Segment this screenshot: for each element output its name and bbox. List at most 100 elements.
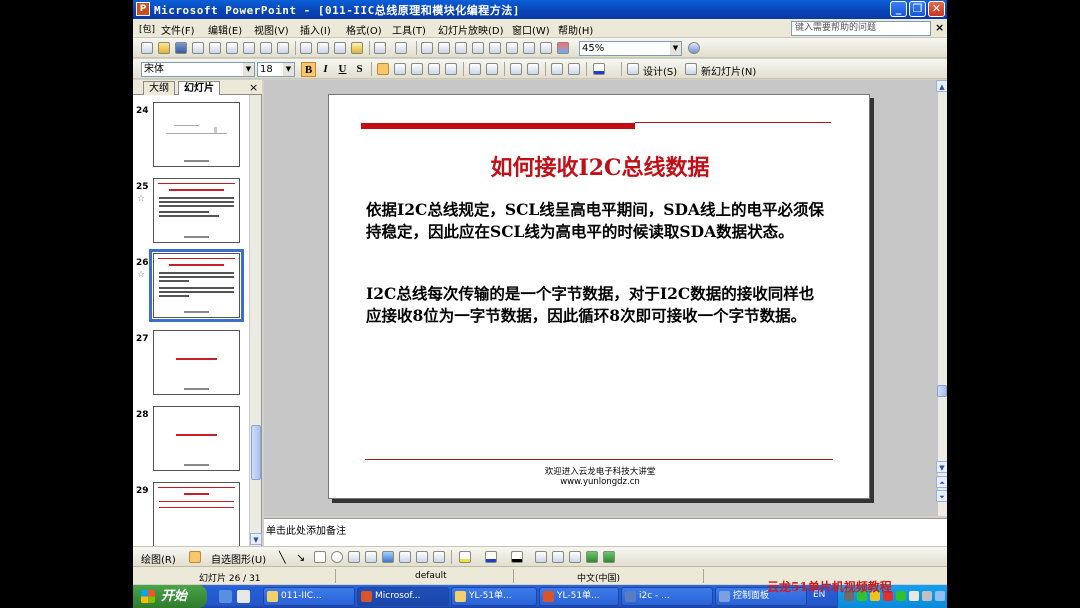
- picture-icon[interactable]: [433, 551, 445, 563]
- rectangle-icon[interactable]: [314, 551, 326, 563]
- new-slide-button[interactable]: 新幻灯片(N): [701, 63, 756, 78]
- arrow-style-icon[interactable]: [569, 551, 581, 563]
- open-icon[interactable]: [158, 42, 170, 54]
- wordart-icon[interactable]: [382, 551, 394, 563]
- menu-format[interactable]: 格式(O): [346, 22, 382, 37]
- design-button[interactable]: 设计(S): [643, 63, 677, 78]
- increase-indent-icon[interactable]: [568, 63, 580, 75]
- print-preview-icon[interactable]: [243, 42, 255, 54]
- previous-slide-icon[interactable]: ⏶: [936, 476, 947, 488]
- print-icon[interactable]: [226, 42, 238, 54]
- task-powerpoint[interactable]: Microsof...: [357, 587, 449, 606]
- italic-button[interactable]: I: [318, 62, 333, 77]
- help-icon[interactable]: [688, 42, 700, 54]
- shadow-style-icon[interactable]: [586, 551, 598, 563]
- slide-thumbnail-24[interactable]: [153, 102, 240, 167]
- menu-view[interactable]: 视图(V): [254, 22, 289, 37]
- slide-thumbnail-27[interactable]: [153, 330, 240, 395]
- slide-title[interactable]: 如何接收I2C总线数据: [329, 150, 871, 182]
- task-explorer[interactable]: 011-IIC...: [263, 587, 355, 606]
- show-formatting-icon[interactable]: [506, 42, 518, 54]
- tray-icon[interactable]: [909, 591, 919, 601]
- new-icon[interactable]: [141, 42, 153, 54]
- powerpoint-icon[interactable]: P: [136, 2, 150, 16]
- slide-paragraph-1[interactable]: 依据I2C总线规定，SCL线呈高电平期间，SDA线上的电平必须保持稳定，因此应在…: [366, 199, 826, 243]
- font-size-select[interactable]: 18 ▼: [257, 62, 295, 77]
- justify-icon[interactable]: [428, 63, 440, 75]
- decrease-font-icon[interactable]: [527, 63, 539, 75]
- task-folder-yl51-2[interactable]: YL-51单...: [539, 587, 619, 606]
- font-color-icon[interactable]: [511, 551, 523, 563]
- arrow-icon[interactable]: ↘: [296, 551, 308, 564]
- quicklaunch-icon[interactable]: [237, 590, 250, 603]
- tab-outline[interactable]: 大纲: [143, 81, 175, 95]
- scroll-thumb[interactable]: [937, 385, 947, 397]
- decrease-indent-icon[interactable]: [551, 63, 563, 75]
- scroll-up-icon[interactable]: ▲: [936, 80, 947, 92]
- font-color-icon[interactable]: [593, 63, 605, 75]
- close-icon[interactable]: ×: [249, 81, 258, 94]
- color-icon[interactable]: [557, 42, 569, 54]
- hyperlink-icon[interactable]: [472, 42, 484, 54]
- tray-icon[interactable]: [935, 591, 945, 601]
- oval-icon[interactable]: [331, 551, 343, 563]
- fill-color-icon[interactable]: [459, 551, 471, 563]
- email-icon[interactable]: [209, 42, 221, 54]
- line-style-icon[interactable]: [535, 551, 547, 563]
- menu-help[interactable]: 帮助(H): [558, 22, 593, 37]
- slide-paragraph-2[interactable]: I2C总线每次传输的是一个字节数据，对于I2C数据的接收同样也应接收8位为一字节…: [366, 283, 826, 327]
- new-slide-icon[interactable]: [685, 63, 697, 75]
- redo-icon[interactable]: [395, 42, 407, 54]
- expand-all-icon[interactable]: [489, 42, 501, 54]
- menu-tools[interactable]: 工具(T): [392, 22, 426, 37]
- copy-icon[interactable]: [317, 42, 329, 54]
- insert-chart-icon[interactable]: [421, 42, 433, 54]
- line-icon[interactable]: ╲: [279, 551, 291, 564]
- next-slide-icon[interactable]: ⏷: [936, 490, 947, 502]
- 3d-style-icon[interactable]: [603, 551, 615, 563]
- slide-thumbnail-26[interactable]: [149, 249, 244, 322]
- slide-thumbnail-29[interactable]: [153, 482, 240, 547]
- insert-table-icon[interactable]: [438, 42, 450, 54]
- shadow-button[interactable]: S: [352, 62, 367, 77]
- cut-icon[interactable]: [300, 42, 312, 54]
- color-grayscale-icon[interactable]: [540, 42, 552, 54]
- menu-insert[interactable]: 插入(I): [300, 22, 331, 37]
- start-button[interactable]: 开始: [133, 585, 207, 608]
- panel-scrollbar[interactable]: ▼: [249, 95, 262, 546]
- select-pointer-icon[interactable]: [189, 551, 201, 563]
- chevron-down-icon[interactable]: ▼: [283, 63, 294, 76]
- permission-icon[interactable]: [192, 42, 204, 54]
- numbering-icon[interactable]: [469, 63, 481, 75]
- slide-thumbnail-25[interactable]: [153, 178, 240, 243]
- tray-icon[interactable]: [896, 591, 906, 601]
- columns-icon[interactable]: [445, 63, 457, 75]
- tables-borders-icon[interactable]: [455, 42, 467, 54]
- bullets-icon[interactable]: [486, 63, 498, 75]
- menu-window[interactable]: 窗口(W): [512, 22, 550, 37]
- notes-pane[interactable]: 单击此处添加备注: [264, 518, 947, 546]
- close-button[interactable]: ✕: [928, 1, 945, 17]
- undo-icon[interactable]: [374, 42, 386, 54]
- font-select[interactable]: 宋体 ▼: [141, 62, 255, 77]
- clipart-icon[interactable]: [416, 551, 428, 563]
- tray-icon[interactable]: [922, 591, 932, 601]
- spelling-icon[interactable]: [260, 42, 272, 54]
- menu-file[interactable]: 文件(F): [161, 22, 195, 37]
- paste-icon[interactable]: [334, 42, 346, 54]
- diagram-icon[interactable]: [399, 551, 411, 563]
- tab-slides[interactable]: 幻灯片: [178, 81, 220, 95]
- draw-menu-button[interactable]: 绘图(R): [141, 551, 176, 566]
- dash-style-icon[interactable]: [552, 551, 564, 563]
- document-menu-icon[interactable]: [包]: [139, 22, 155, 35]
- task-folder-yl51-1[interactable]: YL-51单...: [451, 587, 537, 606]
- minimize-button[interactable]: _: [890, 1, 907, 17]
- bold-button[interactable]: B: [301, 62, 316, 77]
- slide-thumbnail-28[interactable]: [153, 406, 240, 471]
- current-slide[interactable]: 如何接收I2C总线数据 依据I2C总线规定，SCL线呈高电平期间，SDA线上的电…: [328, 94, 870, 499]
- quicklaunch-icon[interactable]: [219, 590, 232, 603]
- menu-edit[interactable]: 编辑(E): [208, 22, 242, 37]
- menu-slideshow[interactable]: 幻灯片放映(D): [438, 22, 504, 37]
- scroll-thumb[interactable]: [251, 425, 261, 480]
- help-search-input[interactable]: 键入需要帮助的问题: [791, 21, 931, 36]
